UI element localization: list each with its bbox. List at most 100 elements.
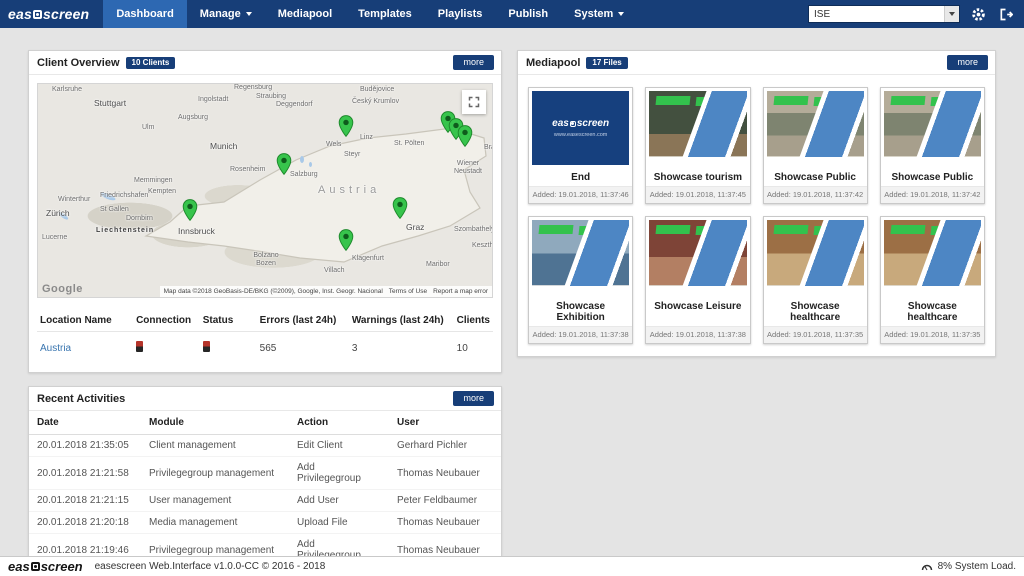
nav-item-manage[interactable]: Manage bbox=[187, 0, 265, 28]
map-fullscreen-button[interactable] bbox=[462, 90, 486, 114]
settings-gear-icon[interactable] bbox=[969, 5, 987, 23]
map-attribution-text: Map data ©2018 GeoBasis-DE/BKG (©2009), … bbox=[164, 288, 383, 295]
media-name: Showcase healthcare bbox=[764, 297, 867, 326]
col-header-action: Action bbox=[289, 411, 389, 435]
map-label: Regensburg bbox=[234, 84, 272, 91]
media-card-showcase-public[interactable]: Showcase Public Added: 19.01.2018, 11:37… bbox=[763, 87, 868, 204]
nav-label: Manage bbox=[200, 8, 241, 20]
map-label: Lucerne bbox=[42, 234, 67, 241]
logo-text-right: screen bbox=[577, 118, 609, 129]
google-logo[interactable]: Google bbox=[42, 283, 83, 295]
recent-activities-header: Recent Activities more bbox=[29, 387, 501, 411]
media-card-showcase-public-2[interactable]: Showcase Public Added: 19.01.2018, 11:37… bbox=[880, 87, 985, 204]
media-card-showcase-healthcare[interactable]: Showcase healthcare Added: 19.01.2018, 1… bbox=[763, 216, 868, 344]
nav-item-templates[interactable]: Templates bbox=[345, 0, 425, 28]
media-added-date: Added: 19.01.2018, 11:37:45 bbox=[646, 186, 749, 203]
nav-item-mediapool[interactable]: Mediapool bbox=[265, 0, 345, 28]
map-pin[interactable] bbox=[182, 199, 198, 226]
nav-item-system[interactable]: System bbox=[561, 0, 637, 28]
activity-user: Thomas Neubauer bbox=[389, 534, 501, 557]
col-header-errors: Errors (last 24h) bbox=[257, 310, 349, 332]
client-overview-more-button[interactable]: more bbox=[453, 55, 494, 70]
col-header-date: Date bbox=[29, 411, 141, 435]
col-header-status: Status bbox=[200, 310, 257, 332]
connection-status-icon bbox=[136, 341, 143, 352]
map-pin[interactable] bbox=[338, 229, 354, 256]
activity-user: Peter Feldbaumer bbox=[389, 490, 501, 512]
search-combobox bbox=[808, 5, 960, 23]
location-link[interactable]: Austria bbox=[40, 343, 71, 354]
client-table-row: Austria 565 3 10 bbox=[37, 332, 493, 365]
thumbnail-logo: easscreen bbox=[552, 118, 609, 129]
media-added-date: Added: 19.01.2018, 11:37:38 bbox=[646, 326, 749, 343]
nav-label: System bbox=[574, 8, 613, 20]
logo-screen-icon bbox=[570, 121, 576, 127]
col-header-warnings: Warnings (last 24h) bbox=[349, 310, 454, 332]
dashboard-content: Client Overview 10 Clients more bbox=[0, 28, 1024, 556]
search-dropdown-button[interactable] bbox=[944, 6, 959, 22]
nav-label: Templates bbox=[358, 8, 412, 20]
media-card-showcase-leisure[interactable]: Showcase Leisure Added: 19.01.2018, 11:3… bbox=[645, 216, 750, 344]
terms-of-use-link[interactable]: Terms of Use bbox=[389, 288, 427, 295]
recent-activities-more-button[interactable]: more bbox=[453, 391, 494, 406]
map-label: Munich bbox=[210, 141, 237, 151]
media-name: Showcase Leisure bbox=[646, 297, 749, 315]
media-grid: easscreen www.easescreen.com End Added: … bbox=[518, 75, 995, 356]
map-canvas[interactable]: Google Map data ©2018 GeoBasis-DE/BKG (©… bbox=[37, 83, 493, 298]
media-card-end[interactable]: easscreen www.easescreen.com End Added: … bbox=[528, 87, 633, 204]
map-pin[interactable] bbox=[276, 153, 292, 180]
map-label: St. Pölten bbox=[394, 140, 424, 147]
map-label: Liechtenstein bbox=[96, 227, 154, 234]
map-pin[interactable] bbox=[457, 125, 473, 152]
nav-label: Dashboard bbox=[116, 8, 173, 20]
media-thumbnail bbox=[649, 91, 746, 165]
activity-row: 20.01.2018 21:21:15 User management Add … bbox=[29, 490, 501, 512]
nav-label: Playlists bbox=[438, 8, 483, 20]
logo-text-left: eas bbox=[8, 6, 32, 22]
logout-icon[interactable] bbox=[996, 5, 1014, 23]
nav-item-playlists[interactable]: Playlists bbox=[425, 0, 496, 28]
activity-action: Upload File bbox=[289, 512, 389, 534]
nav-item-dashboard[interactable]: Dashboard bbox=[103, 0, 186, 28]
nav-item-publish[interactable]: Publish bbox=[495, 0, 561, 28]
lake bbox=[309, 162, 312, 167]
media-card-showcase-exhibition[interactable]: Showcase Exhibition Added: 19.01.2018, 1… bbox=[528, 216, 633, 344]
mediapool-header: Mediapool 17 Files more bbox=[518, 51, 995, 75]
media-added-date: Added: 19.01.2018, 11:37:35 bbox=[764, 326, 867, 343]
media-card-showcase-healthcare-2[interactable]: Showcase healthcare Added: 19.01.2018, 1… bbox=[880, 216, 985, 344]
activity-date: 20.01.2018 21:21:15 bbox=[29, 490, 141, 512]
map-label: Innsbruck bbox=[178, 226, 215, 236]
col-header-location: Location Name bbox=[37, 310, 133, 332]
media-thumbnail bbox=[767, 220, 864, 294]
media-thumbnail bbox=[884, 91, 981, 165]
activity-user: Gerhard Pichler bbox=[389, 435, 501, 457]
recent-activities-table: Date Module Action User 20.01.2018 21:35… bbox=[29, 411, 501, 556]
map-pin[interactable] bbox=[338, 115, 354, 142]
map-pin[interactable] bbox=[392, 197, 408, 224]
map-label: Salzburg bbox=[290, 171, 318, 178]
activity-row: 20.01.2018 21:35:05 Client management Ed… bbox=[29, 435, 501, 457]
map-label: Austria bbox=[318, 184, 380, 196]
chevron-down-icon bbox=[618, 12, 624, 16]
system-load-gauge-icon bbox=[921, 561, 933, 573]
map-label: Winterthur bbox=[58, 196, 90, 203]
panel-title: Recent Activities bbox=[37, 393, 125, 405]
activity-module: Privilegegroup management bbox=[141, 534, 289, 557]
map-attribution: Map data ©2018 GeoBasis-DE/BKG (©2009), … bbox=[160, 286, 492, 297]
client-table: Location Name Connection Status Errors (… bbox=[37, 310, 493, 364]
activity-module: Media management bbox=[141, 512, 289, 534]
files-count-badge: 17 Files bbox=[586, 57, 627, 69]
map-label: Kempten bbox=[148, 188, 176, 195]
map-label: Linz bbox=[360, 134, 373, 141]
map-label: Maribor bbox=[426, 261, 450, 268]
search-input[interactable] bbox=[809, 6, 944, 22]
mediapool-more-button[interactable]: more bbox=[947, 55, 988, 70]
report-map-error-link[interactable]: Report a map error bbox=[433, 288, 488, 295]
clients-value: 10 bbox=[454, 332, 493, 365]
media-name: Showcase Public bbox=[764, 168, 867, 186]
map-label: Augsburg bbox=[178, 114, 208, 121]
map-label: Ingolstadt bbox=[198, 96, 228, 103]
media-card-showcase-tourism[interactable]: Showcase tourism Added: 19.01.2018, 11:3… bbox=[645, 87, 750, 204]
activity-action: Add User bbox=[289, 490, 389, 512]
app-logo: easscreen bbox=[0, 0, 103, 28]
